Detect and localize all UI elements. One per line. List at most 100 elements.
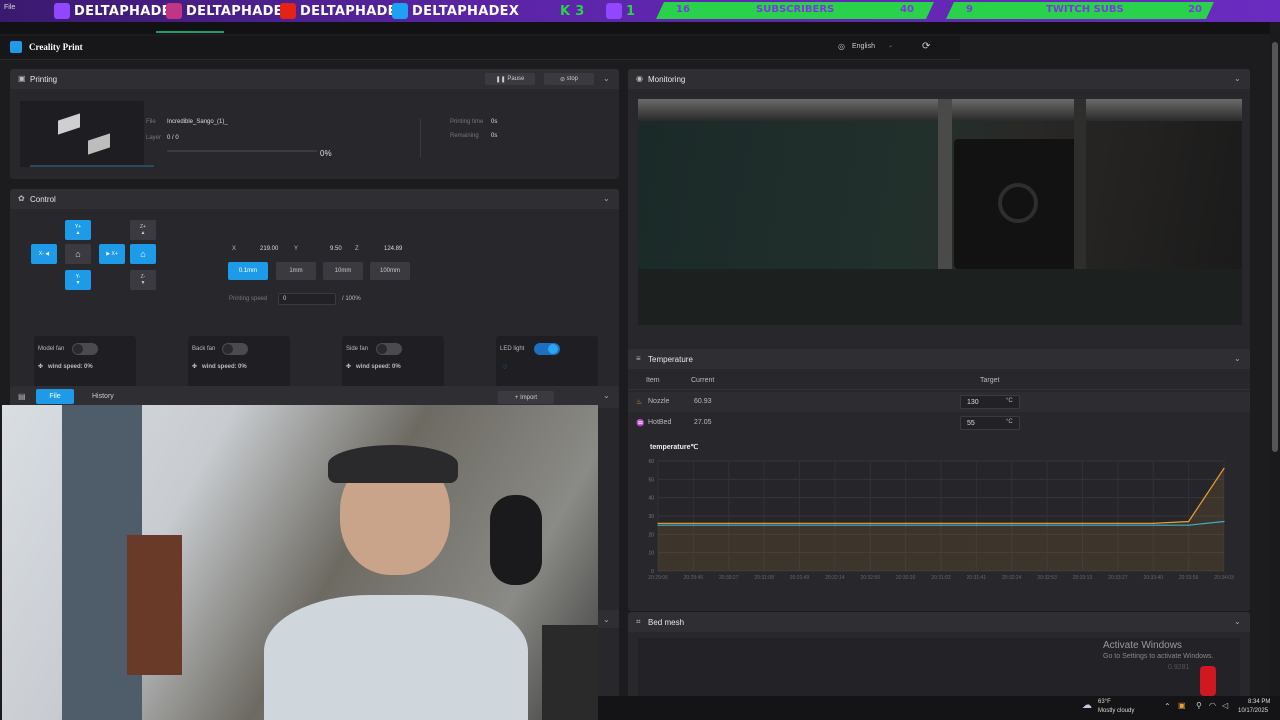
pause-button[interactable]: ❚❚ Pause — [485, 73, 535, 85]
wind-speed-value: 0% — [84, 364, 93, 370]
wifi-icon[interactable]: ◠ — [1209, 701, 1216, 710]
fan-icon: ✤ — [38, 364, 44, 370]
led-light-toggle[interactable] — [534, 343, 560, 355]
faint-value: 0.9281 — [1168, 664, 1190, 671]
step-100mm-button[interactable]: 100mm — [370, 262, 410, 280]
progress-percent: 0% — [320, 149, 332, 158]
z-coord-value: 124.89 — [384, 246, 403, 252]
gear-icon: ✿ — [18, 194, 25, 203]
lightbulb-icon: ♡ — [502, 365, 508, 371]
back-fan-toggle[interactable] — [222, 343, 248, 355]
wind-speed-value: 0% — [392, 364, 401, 370]
tab-file[interactable]: File — [36, 389, 74, 404]
data-point — [1081, 522, 1084, 524]
speaker-icon[interactable]: ◁ — [1222, 701, 1228, 710]
chevron-down-icon: ⌄ — [888, 43, 894, 49]
data-point — [1046, 522, 1048, 524]
printing-speed-percent: / 100% — [342, 296, 361, 302]
temperature-chart: 010203040506020:29:05 20:29:46 20:30:27 20:… — [648, 459, 1234, 581]
print-bed — [638, 269, 1242, 325]
globe-icon: ◎ — [838, 42, 845, 51]
x-tick-label: 20:31:49 — [790, 575, 810, 581]
progress-bar — [167, 150, 317, 152]
fan-icon: ✤ — [192, 364, 198, 370]
data-point — [834, 522, 836, 524]
bed-mesh-header: ⌗ Bed mesh ⌄ — [628, 612, 1250, 632]
model-fan-toggle[interactable] — [72, 343, 98, 355]
step-0-1mm-button[interactable]: 0.1mm — [228, 262, 268, 280]
scrollbar-thumb[interactable] — [1272, 42, 1278, 452]
kick-value: 3 — [575, 3, 585, 19]
x-tick-label: 20:32:53 — [1037, 575, 1057, 581]
collapse-chevron-icon[interactable]: ⌄ — [1234, 354, 1242, 363]
printing-speed-input[interactable]: 0 — [278, 293, 336, 305]
home-xy-button[interactable]: ⌂ — [65, 244, 91, 264]
import-button[interactable]: + Import — [498, 391, 554, 404]
collapse-chevron-icon[interactable]: ⌄ — [603, 615, 611, 624]
clock-time[interactable]: 8:34 PM — [1248, 699, 1270, 705]
nozzle-label: Nozzle — [648, 398, 670, 405]
clock-date[interactable]: 10/17/2025 — [1238, 708, 1268, 714]
print-head — [954, 139, 1084, 269]
instagram-handle: DELTAPHADE — [166, 3, 283, 19]
refresh-icon[interactable]: ⟳ — [922, 41, 930, 52]
back-fan-card: Back fan ✤ wind speed: 0% — [188, 336, 290, 388]
x-tick-label: 20:32:14 — [825, 575, 845, 581]
data-point — [975, 524, 977, 526]
twitch-icon — [54, 3, 70, 19]
y-plus-button[interactable]: Y+ ▲ — [65, 220, 91, 240]
x-minus-button[interactable]: X- ◀ — [31, 244, 57, 264]
monitoring-panel: ◉ Monitoring ⌄ — [628, 69, 1250, 353]
tray-location-icon[interactable]: ⚲ — [1196, 701, 1202, 710]
weather-desc: Mostly cloudy — [1098, 708, 1135, 714]
stop-label: stop — [566, 76, 579, 82]
z-plus-button[interactable]: Z+ ▲ — [130, 220, 156, 240]
temperature-panel: ≡ Temperature ⌄ Item Current Target ♨ No… — [628, 349, 1250, 611]
data-point — [692, 522, 694, 524]
temperature-title: Temperature — [648, 354, 693, 364]
collapse-chevron-icon[interactable]: ⌄ — [603, 74, 611, 83]
subscriber-label: SUBSCRIBERS — [756, 4, 835, 15]
wind-speed-value: 0% — [238, 364, 247, 370]
z-minus-button[interactable]: Z- ▼ — [130, 270, 156, 290]
led-light-card: LED light ♡ — [496, 336, 598, 388]
home-z-button[interactable]: ⌂ — [130, 244, 156, 264]
x-tick-label: 20:33:13 — [1073, 575, 1093, 581]
chevron-up-icon[interactable]: ⌃ — [1164, 702, 1171, 711]
data-point — [1188, 520, 1190, 523]
tab-history[interactable]: History — [92, 393, 114, 400]
x-tick-label: 20:33:40 — [1144, 575, 1164, 581]
file-value: Incredible_Sango_(1)_ — [167, 119, 228, 125]
printer-icon: ▣ — [18, 74, 26, 83]
menu-file[interactable]: File — [4, 4, 15, 11]
tray-app-icon[interactable]: ▣ — [1178, 701, 1186, 710]
collapse-chevron-icon[interactable]: ⌄ — [1234, 74, 1242, 83]
data-point — [1223, 520, 1225, 523]
twitter-handle: DELTAPHADEX — [392, 3, 519, 19]
y-minus-button[interactable]: Y- ▼ — [65, 270, 91, 290]
divider — [420, 119, 421, 157]
collapse-chevron-icon[interactable]: ⌄ — [603, 391, 611, 400]
language-select[interactable]: English — [852, 43, 875, 50]
model-thumbnail — [20, 101, 154, 167]
x-plus-label: X+ — [111, 251, 118, 257]
scrollbar-track[interactable] — [1270, 32, 1280, 720]
control-panel: ✿ Control ⌄ Y+ ▲ X- ◀ ⌂ ▶ X+ Y- ▼ Z+ ▲ ⌂ Z-… — [10, 189, 619, 399]
stop-button[interactable]: ⊘ stop — [544, 73, 594, 85]
subscriber-count: 16 — [676, 4, 690, 15]
printing-panel: ▣ Printing ❚❚ Pause ⊘ stop ⌄ File Incred… — [10, 69, 619, 179]
subscriber-goal: 40 — [900, 4, 914, 15]
collapse-chevron-icon[interactable]: ⌄ — [603, 194, 611, 203]
step-10mm-button[interactable]: 10mm — [323, 262, 363, 280]
youtube-icon — [280, 3, 296, 19]
y-tick-label: 30 — [648, 514, 654, 520]
collapse-chevron-icon[interactable]: ⌄ — [1234, 617, 1242, 626]
title-bar: Creality Print ◎ English ⌄ ⟳ — [0, 36, 960, 60]
handle-text: DELTAPHADE — [186, 3, 283, 19]
step-1mm-button[interactable]: 1mm — [276, 262, 316, 280]
nozzle-unit: °C — [1006, 398, 1013, 404]
side-fan-toggle[interactable] — [376, 343, 402, 355]
handle-text: DELTAPHADE — [300, 3, 397, 19]
x-tick-label: 20:31:02 — [931, 575, 951, 581]
x-plus-button[interactable]: ▶ X+ — [99, 244, 125, 264]
